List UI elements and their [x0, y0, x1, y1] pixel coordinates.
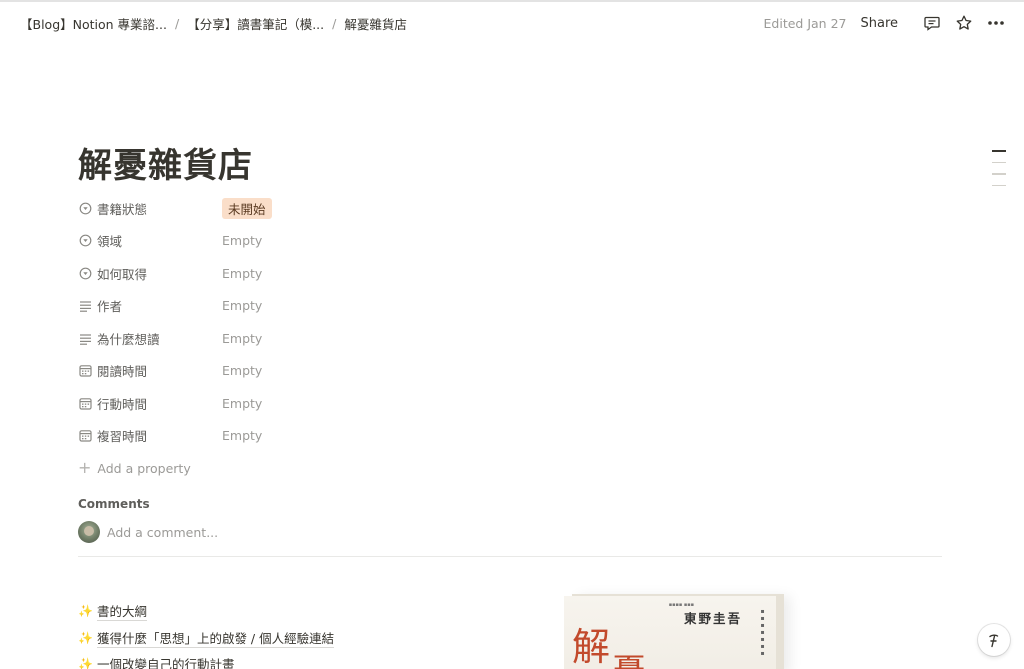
- breadcrumb-item-blog[interactable]: 【Blog】Notion 專業諮...: [16, 12, 171, 35]
- help-icon: [989, 634, 999, 648]
- toc-line: [992, 150, 1006, 152]
- edited-timestamp[interactable]: Edited Jan 27: [764, 16, 847, 31]
- divider: [78, 556, 942, 557]
- property-value[interactable]: Empty: [222, 266, 262, 281]
- property-label: 為什麼想讀: [97, 331, 160, 347]
- breadcrumb-item-current[interactable]: 解憂雜貨店: [340, 12, 411, 35]
- property-row: 書籍狀態 未開始: [78, 192, 678, 225]
- star-icon[interactable]: [952, 11, 976, 35]
- property-name[interactable]: 複習時間: [78, 426, 222, 445]
- breadcrumb: 【Blog】Notion 專業諮... / 【分享】讀書筆記（模... / 解憂…: [16, 12, 411, 35]
- property-name[interactable]: 閱讀時間: [78, 361, 222, 380]
- property-row: 領域 Empty: [78, 225, 678, 258]
- property-row: 作者 Empty: [78, 290, 678, 323]
- book-cover-vertical-text: ▪▪▪▪▪▪▪: [759, 608, 766, 657]
- link-text[interactable]: 書的大綱: [96, 601, 147, 622]
- toc-line: [992, 184, 1006, 186]
- property-value[interactable]: Empty: [222, 233, 262, 248]
- content-link-list: ✨ 書的大綱 ✨ 獲得什麼「思想」上的啟發 / 個人經驗連結 ✨ 一個改變自己的…: [78, 598, 335, 669]
- page-title[interactable]: 解憂雜貨店: [78, 138, 253, 187]
- toc-line: [992, 173, 1006, 175]
- list-item[interactable]: ✨ 獲得什麼「思想」上的啟發 / 個人經驗連結: [78, 625, 335, 652]
- comment-icon[interactable]: [920, 11, 944, 35]
- comments-heading: Comments: [78, 497, 150, 511]
- calendar-icon: [78, 396, 92, 410]
- select-icon: [78, 266, 92, 280]
- property-name[interactable]: 領域: [78, 231, 222, 250]
- property-label: 作者: [97, 299, 123, 315]
- property-value[interactable]: Empty: [222, 428, 262, 443]
- book-cover-title-char: 解: [572, 625, 611, 669]
- book-cover-title-char: 憂: [612, 644, 646, 669]
- book-cover-author: 東野圭吾: [683, 611, 742, 626]
- property-label: 書籍狀態: [97, 201, 148, 217]
- property-label: 如何取得: [97, 266, 148, 282]
- avatar: [78, 521, 100, 543]
- breadcrumb-separator: /: [332, 15, 337, 31]
- book-cover-image: ▪▪▪▪ ▪▪▪ 東野圭吾 ▪▪▪▪▪▪▪ 解 憂: [564, 596, 776, 669]
- top-actions: Edited Jan 27 Share: [764, 11, 1008, 35]
- property-row: 為什麼想讀 Empty: [78, 322, 678, 355]
- toc-line: [992, 161, 1006, 163]
- share-button[interactable]: Share: [860, 16, 898, 31]
- list-item[interactable]: ✨ 書的大綱: [78, 598, 334, 625]
- property-name[interactable]: 如何取得: [78, 264, 222, 283]
- property-list: 書籍狀態 未開始 領域 Empty 如何取得 Empty 作者 Empty 為什…: [78, 192, 678, 484]
- top-bar: 【Blog】Notion 專業諮... / 【分享】讀書筆記（模... / 解憂…: [0, 0, 1024, 44]
- select-icon: [78, 234, 92, 248]
- text-icon: [78, 299, 92, 313]
- breadcrumb-separator: /: [174, 15, 180, 31]
- property-label: 複習時間: [97, 429, 148, 445]
- breadcrumb-item-template[interactable]: 【分享】讀書筆記（模...: [183, 12, 328, 35]
- property-row: 複習時間 Empty: [78, 420, 678, 453]
- property-value[interactable]: Empty: [222, 396, 262, 411]
- add-property-button[interactable]: + Add a property: [78, 452, 678, 484]
- property-label: 領域: [97, 234, 123, 250]
- calendar-icon: [78, 429, 92, 443]
- property-name[interactable]: 行動時間: [78, 394, 222, 413]
- comment-input-row[interactable]: Add a comment...: [78, 521, 218, 543]
- table-of-contents-minimap[interactable]: [992, 150, 1006, 196]
- comment-input[interactable]: Add a comment...: [107, 525, 218, 540]
- link-text[interactable]: 一個改變自己的行動計畫: [97, 654, 235, 669]
- sparkle-icon: ✨: [78, 630, 93, 645]
- property-name[interactable]: 為什麼想讀: [78, 329, 222, 348]
- property-row: 如何取得 Empty: [78, 257, 678, 290]
- select-icon: [78, 201, 92, 215]
- calendar-icon: [78, 364, 92, 378]
- status-tag[interactable]: 未開始: [222, 197, 272, 219]
- add-property-label: Add a property: [97, 460, 191, 476]
- property-value[interactable]: Empty: [222, 331, 262, 346]
- property-label: 行動時間: [97, 396, 148, 412]
- property-value[interactable]: Empty: [222, 298, 262, 313]
- link-text[interactable]: 獲得什麼「思想」上的啟發 / 個人經驗連結: [96, 628, 335, 648]
- help-button[interactable]: [978, 624, 1010, 656]
- list-item[interactable]: ✨ 一個改變自己的行動計畫: [78, 651, 334, 669]
- property-name[interactable]: 書籍狀態: [78, 199, 222, 218]
- sparkle-icon: ✨: [78, 657, 93, 669]
- property-row: 閱讀時間 Empty: [78, 355, 678, 388]
- property-label: 閱讀時間: [97, 364, 148, 380]
- property-row: 行動時間 Empty: [78, 387, 678, 420]
- plus-icon: +: [78, 458, 92, 477]
- property-value[interactable]: Empty: [222, 363, 262, 378]
- more-icon[interactable]: [984, 11, 1008, 35]
- text-icon: [78, 331, 92, 345]
- property-name[interactable]: 作者: [78, 296, 222, 315]
- sparkle-icon: ✨: [78, 604, 93, 619]
